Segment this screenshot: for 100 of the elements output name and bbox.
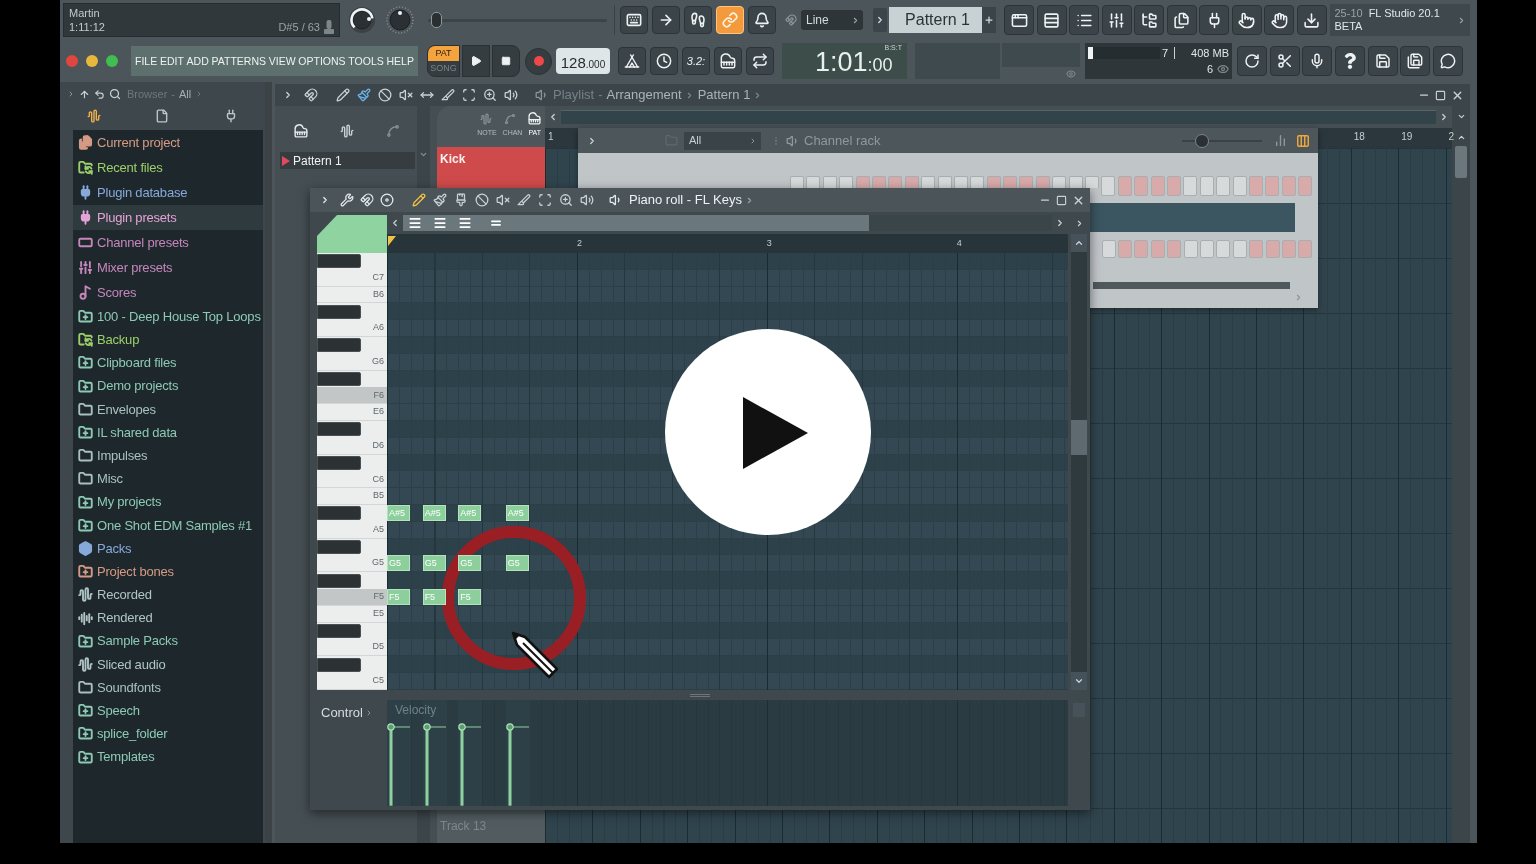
browser-item[interactable]: Current project: [73, 130, 263, 155]
prohibited-icon[interactable]: [475, 193, 489, 207]
plugin-picker-button[interactable]: [1199, 5, 1229, 35]
paintbrush-icon[interactable]: [433, 193, 447, 207]
arrangement-link[interactable]: Arrangement: [606, 85, 682, 105]
mute-icon[interactable]: [399, 88, 413, 102]
horizontal-scrollbar[interactable]: [403, 215, 1052, 231]
maximize-icon[interactable]: [106, 55, 118, 67]
knob-pointer[interactable]: [366, 16, 371, 21]
wrench-icon[interactable]: [340, 193, 354, 207]
refresh-button[interactable]: [1237, 46, 1267, 76]
knife-icon[interactable]: [517, 193, 531, 207]
stop-button[interactable]: [492, 45, 520, 77]
browser-item[interactable]: Speech: [73, 699, 263, 723]
browser-item[interactable]: Scores: [73, 280, 263, 305]
velocity-bar[interactable]: [458, 723, 483, 806]
browser-item[interactable]: Plugin database: [73, 180, 263, 205]
up-arrow-icon[interactable]: [79, 88, 90, 100]
hand-button[interactable]: [1264, 5, 1294, 35]
menu-item[interactable]: EDIT: [159, 54, 184, 68]
browser-item[interactable]: Recorded: [73, 583, 263, 607]
project-button[interactable]: [1166, 5, 1197, 35]
zoom-icon[interactable]: [483, 88, 497, 102]
velocity-bar[interactable]: [387, 723, 411, 806]
slider-thumb[interactable]: [1195, 133, 1210, 148]
clock-button[interactable]: [650, 47, 678, 75]
browser-item[interactable]: My projects: [73, 490, 263, 514]
scroll-right-icon[interactable]: [1439, 112, 1449, 122]
browser-item[interactable]: Templates: [73, 745, 263, 769]
scroll-down-icon[interactable]: [1456, 112, 1466, 121]
menu-item[interactable]: FILE: [135, 54, 158, 68]
countdown-button[interactable]: 3.2:: [682, 47, 710, 75]
sharp-key[interactable]: [317, 254, 361, 269]
browser-button[interactable]: [1134, 5, 1164, 35]
footprints-button[interactable]: [684, 6, 712, 34]
play-button[interactable]: [665, 329, 871, 535]
select-icon[interactable]: [538, 193, 552, 207]
velocity-bar[interactable]: [422, 723, 447, 806]
browser-item[interactable]: Rendered: [73, 606, 263, 630]
browser-item[interactable]: splice_folder: [73, 722, 263, 746]
piano-icon[interactable]: [528, 112, 541, 125]
browser-item[interactable]: Plugin presets: [73, 205, 263, 230]
channel-rack-button[interactable]: [1069, 5, 1099, 35]
brush-icon[interactable]: [454, 193, 468, 207]
expand-icon[interactable]: [320, 195, 330, 205]
velocity-bar[interactable]: [505, 723, 530, 806]
curve-icon[interactable]: [504, 112, 516, 125]
record-button[interactable]: [525, 47, 552, 75]
scroll-down-button[interactable]: [1071, 672, 1087, 690]
scroll-right-icon[interactable]: [1055, 218, 1065, 228]
mixer-button[interactable]: [1101, 5, 1132, 35]
browser-item[interactable]: Impulses: [73, 444, 263, 468]
volume-knob[interactable]: [348, 6, 376, 34]
back-arrow-icon[interactable]: [94, 88, 105, 100]
speaker-icon[interactable]: [580, 193, 594, 207]
microphone-button[interactable]: [1302, 46, 1333, 76]
browser-item[interactable]: One Shot EDM Samples #1: [73, 513, 263, 537]
zoom-icon[interactable]: [559, 193, 573, 207]
menu-item[interactable]: OPTIONS: [298, 54, 346, 68]
sharp-key[interactable]: [317, 371, 361, 386]
channel-color-tab[interactable]: [317, 215, 387, 253]
browser-item[interactable]: Recent files: [73, 155, 263, 180]
browser-item[interactable]: Project bones: [73, 560, 263, 584]
scrollbar-thumb[interactable]: [1455, 146, 1467, 178]
mode-toggle[interactable]: SONG: [428, 61, 459, 76]
sharp-key[interactable]: [317, 338, 361, 353]
browser-item[interactable]: Backup: [73, 328, 263, 352]
browser-item[interactable]: Envelopes: [73, 397, 263, 421]
snap-dropdown[interactable]: Line: [801, 10, 863, 30]
position-slider[interactable]: [428, 12, 607, 28]
horizontal-scrollbar[interactable]: [1093, 282, 1290, 289]
menu-item[interactable]: TOOLS: [348, 54, 384, 68]
scroll-left-icon[interactable]: [548, 112, 558, 122]
expand-icon[interactable]: [587, 135, 597, 146]
sharp-key[interactable]: [317, 304, 361, 319]
prohibited-icon[interactable]: [378, 88, 392, 102]
maximize-icon[interactable]: [1435, 89, 1446, 101]
scrollbar-thumb[interactable]: [403, 215, 869, 231]
sharp-key[interactable]: [317, 422, 361, 437]
browser-item[interactable]: 100 - Deep House Top Loops: [73, 305, 263, 329]
piano-roll-button[interactable]: [1036, 5, 1067, 35]
piano-button[interactable]: [714, 47, 742, 75]
search-icon[interactable]: [109, 88, 121, 100]
sharp-key[interactable]: [317, 657, 361, 672]
browser-item[interactable]: Packs: [73, 536, 263, 561]
track-header[interactable]: Kick: [437, 147, 545, 188]
expand-icon[interactable]: [67, 90, 75, 98]
swing-slider[interactable]: [1182, 133, 1262, 148]
browser-item[interactable]: Sliced audio: [73, 652, 263, 676]
save-button[interactable]: [1367, 46, 1398, 76]
browser-item[interactable]: Misc: [73, 467, 263, 491]
playlist-button[interactable]: [1004, 5, 1034, 35]
browser-item[interactable]: Sample Packs: [73, 629, 263, 653]
save-as-button[interactable]: [1400, 46, 1431, 76]
maximize-icon[interactable]: [1056, 194, 1067, 206]
keyboard-button[interactable]: [620, 6, 648, 34]
menu-item[interactable]: HELP: [386, 54, 414, 68]
browser-item[interactable]: Mixer presets: [73, 255, 263, 280]
scroll-up-icon[interactable]: [1456, 133, 1466, 142]
slider-thumb[interactable]: [431, 12, 443, 28]
